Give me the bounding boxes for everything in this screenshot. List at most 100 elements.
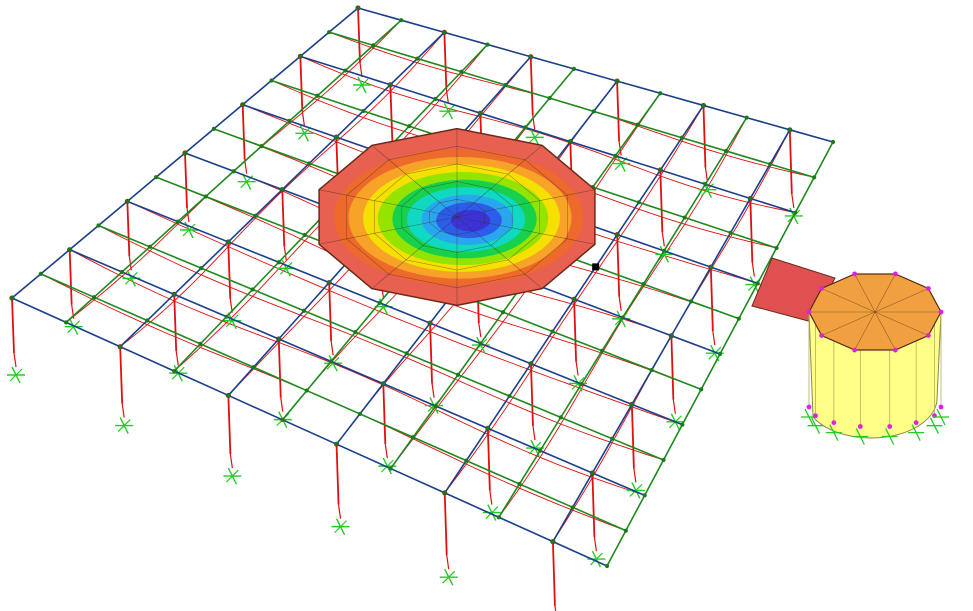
column-base	[672, 399, 676, 414]
beam	[643, 283, 692, 303]
column-base	[704, 167, 709, 182]
joint-dot-icon	[307, 161, 312, 166]
joint-dot-icon	[615, 232, 620, 237]
beam	[606, 530, 627, 567]
beam	[435, 405, 489, 430]
joint-dot-icon	[629, 402, 634, 407]
beam	[524, 97, 551, 128]
fixed-support-icon	[331, 518, 350, 535]
beam	[254, 188, 283, 217]
joint-dot-icon	[669, 333, 674, 338]
joint-dot-icon	[613, 153, 618, 158]
column	[616, 81, 620, 142]
beam	[98, 224, 151, 248]
column	[616, 234, 621, 297]
joint-dot-icon	[353, 329, 358, 335]
joint-dot-icon	[679, 135, 684, 140]
beam	[571, 472, 594, 508]
joint-dot-icon	[38, 271, 43, 276]
joint-dot-icon	[357, 411, 363, 417]
beam	[252, 261, 280, 291]
beam	[177, 195, 207, 223]
beam	[11, 273, 42, 299]
column-base	[712, 331, 716, 346]
joint-dot-icon	[327, 280, 332, 285]
joint-dot-icon	[590, 470, 595, 476]
joint-dot-icon	[500, 310, 506, 315]
beam	[769, 129, 791, 165]
column	[281, 189, 286, 247]
joint-dot-icon	[623, 528, 628, 533]
joint-dot-icon	[892, 347, 898, 353]
joint-dot-icon	[550, 329, 555, 334]
beam	[625, 494, 646, 532]
joint-dot-icon	[813, 413, 818, 419]
column	[11, 297, 15, 354]
beam	[184, 152, 234, 173]
beam	[252, 288, 305, 312]
joint-dot-icon	[887, 424, 893, 429]
joint-dot-icon	[276, 336, 281, 342]
joint-dot-icon	[620, 315, 625, 320]
joint-dot-icon	[455, 372, 461, 377]
beam	[593, 110, 639, 126]
beam	[480, 112, 526, 129]
beam	[479, 84, 507, 114]
joint-dot-icon	[361, 108, 366, 114]
beam	[227, 215, 256, 243]
column	[552, 541, 556, 606]
joint-dot-icon	[774, 245, 779, 251]
beam	[336, 443, 391, 470]
beam	[622, 283, 645, 318]
beam	[637, 92, 661, 126]
column	[68, 249, 73, 305]
joint-dot-icon	[280, 417, 285, 422]
fixed-support-icon	[7, 366, 25, 384]
beam	[278, 338, 332, 363]
beam	[749, 163, 771, 199]
beam	[359, 413, 414, 439]
beam	[479, 311, 504, 344]
joint-dot-icon	[717, 351, 723, 357]
joint-dot-icon	[287, 118, 292, 124]
structural-model-canvas[interactable]	[0, 0, 973, 611]
joint-dot-icon	[118, 344, 123, 349]
column	[357, 7, 361, 64]
column	[529, 56, 534, 116]
joint-dot-icon	[658, 91, 663, 96]
selected-joint	[592, 263, 600, 271]
column-base	[532, 425, 536, 441]
joint-dot-icon	[172, 292, 177, 297]
beam	[725, 117, 748, 152]
beam	[11, 297, 67, 324]
joint-dot-icon	[571, 297, 577, 302]
column-base	[13, 352, 17, 368]
beam	[730, 232, 777, 249]
beam	[270, 55, 301, 82]
joint-dot-icon	[343, 68, 348, 73]
beam	[200, 241, 229, 269]
joint-dot-icon	[635, 122, 640, 127]
joint-dot-icon	[147, 244, 152, 249]
column	[709, 267, 714, 332]
beam	[729, 198, 752, 234]
beam	[119, 319, 148, 348]
structural-model-viewport[interactable]	[0, 0, 973, 611]
beam	[316, 69, 346, 97]
beam	[643, 459, 665, 496]
joint-dot-icon	[442, 490, 447, 496]
joint-dot-icon	[67, 247, 72, 252]
column-base	[283, 246, 287, 261]
beam	[570, 140, 616, 157]
beam	[406, 322, 431, 354]
joint-dot-icon	[547, 96, 552, 101]
beam	[530, 331, 554, 365]
beam	[580, 350, 603, 385]
beam	[306, 389, 361, 415]
beam	[303, 282, 330, 312]
joint-dot-icon	[550, 539, 556, 544]
beam	[173, 370, 229, 397]
beam	[572, 506, 627, 532]
beam	[65, 321, 121, 348]
joint-dot-icon	[427, 321, 433, 326]
